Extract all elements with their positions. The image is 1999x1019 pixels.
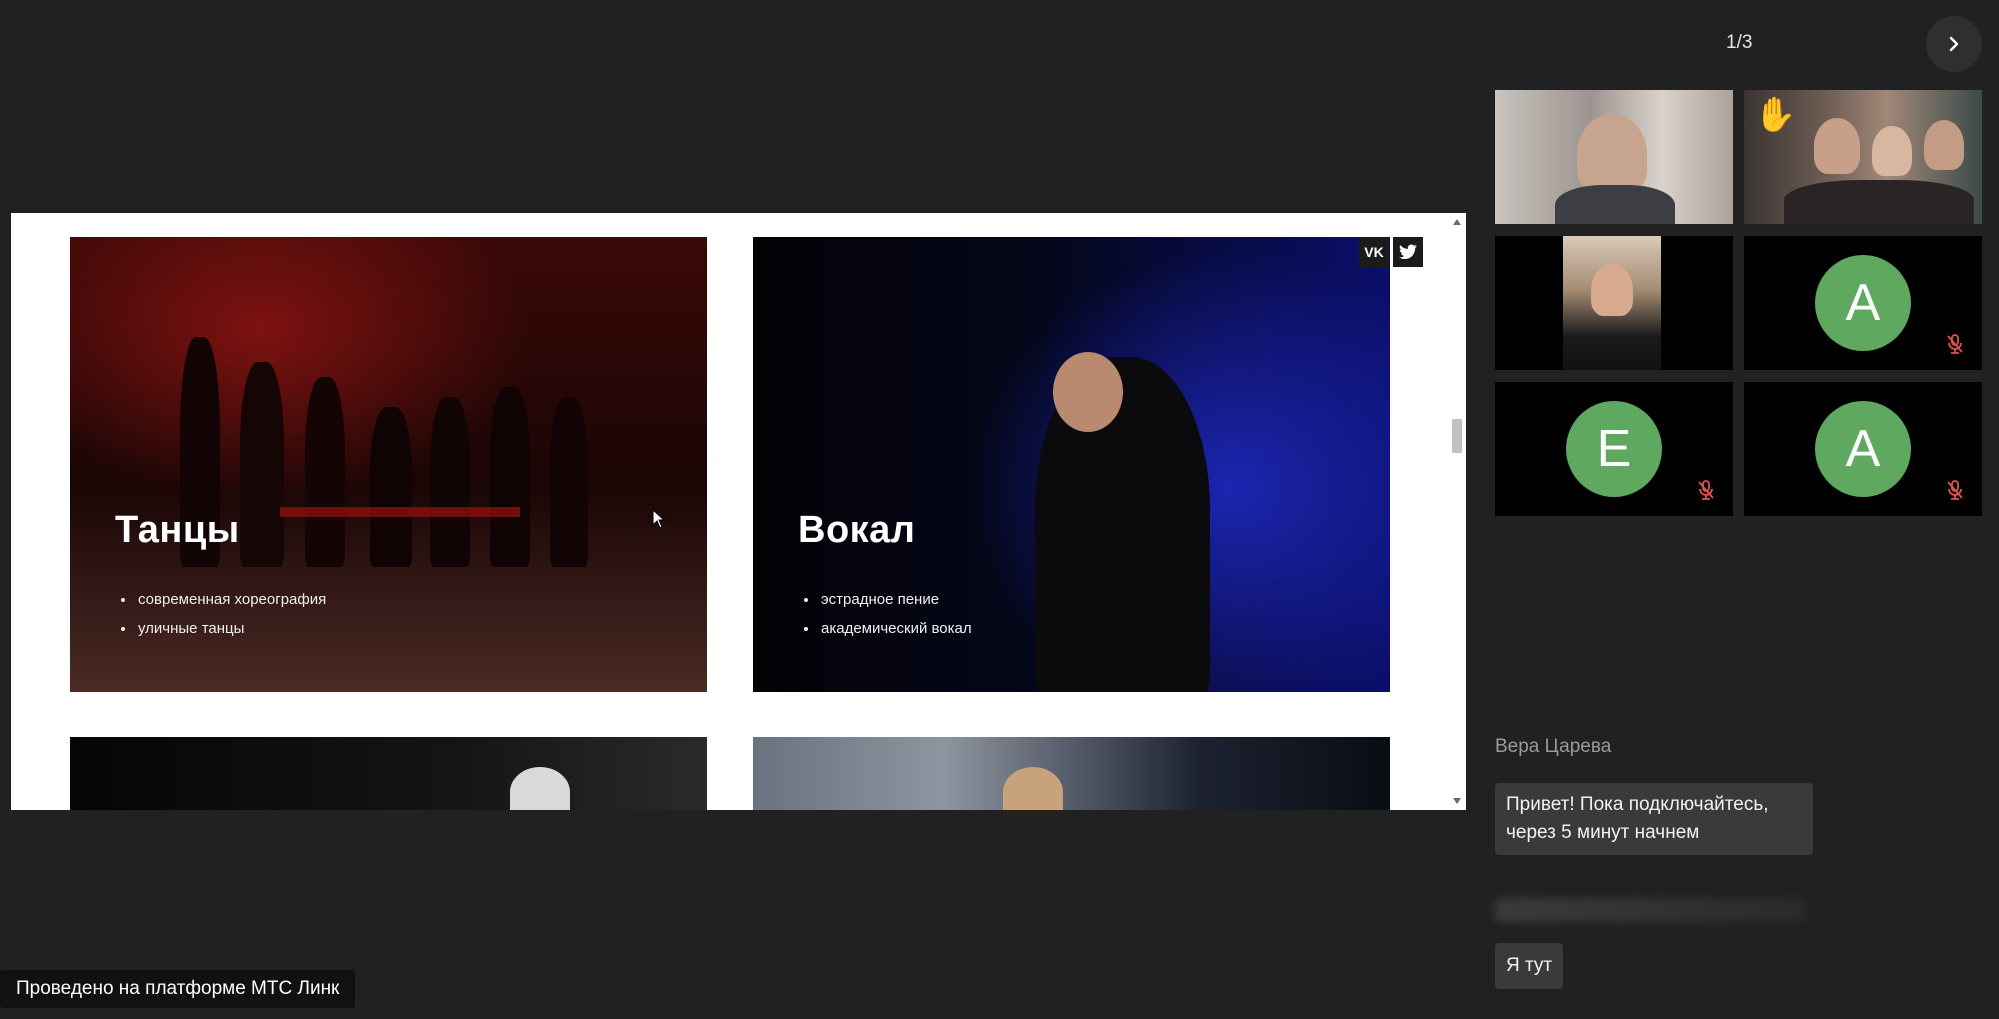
list-item: эстрадное пение bbox=[819, 585, 972, 614]
dancer-figure bbox=[240, 362, 284, 567]
vocal-card-title: Вокал bbox=[798, 509, 916, 551]
chat-message: Я тут bbox=[1495, 943, 1564, 989]
participant-avatar: А bbox=[1815, 255, 1911, 351]
participant-face bbox=[1577, 114, 1647, 194]
chevron-right-icon bbox=[1949, 36, 1959, 52]
chat-message: Привет! Пока подключайтесь, через 5 мину… bbox=[1495, 783, 1813, 855]
vk-icon[interactable]: VK bbox=[1359, 237, 1389, 267]
dancer-figure bbox=[490, 387, 530, 567]
vocal-card: Вокал эстрадное пение академический вока… bbox=[753, 237, 1390, 692]
scroll-up-icon[interactable] bbox=[1453, 219, 1461, 225]
dance-card: Танцы современная хореография уличные та… bbox=[70, 237, 707, 692]
bottom-right-card bbox=[753, 737, 1390, 810]
participant-face bbox=[1591, 264, 1633, 316]
participant-body bbox=[1784, 180, 1974, 224]
vocal-card-list: эстрадное пение академический вокал bbox=[801, 585, 972, 643]
participant-tile[interactable]: Е bbox=[1495, 382, 1733, 516]
mouse-cursor-icon bbox=[652, 509, 666, 529]
singer-head bbox=[1053, 352, 1123, 432]
dance-card-title: Танцы bbox=[115, 509, 240, 551]
share-scrollbar[interactable] bbox=[1448, 213, 1466, 810]
card-photo-detail bbox=[1003, 767, 1063, 810]
participant-avatar: А bbox=[1815, 401, 1911, 497]
mic-off-icon bbox=[1947, 480, 1963, 500]
list-item: современная хореография bbox=[136, 585, 326, 614]
participant-tile[interactable] bbox=[1495, 236, 1733, 370]
scroll-down-icon[interactable] bbox=[1453, 798, 1461, 804]
scroll-thumb[interactable] bbox=[1452, 419, 1462, 453]
shared-screen: Танцы современная хореография уличные та… bbox=[11, 213, 1466, 810]
participant-face bbox=[1924, 120, 1964, 170]
participant-video bbox=[1563, 236, 1661, 370]
dance-card-list: современная хореография уличные танцы bbox=[118, 585, 326, 643]
raised-hand-icon: ✋ bbox=[1754, 95, 1797, 135]
participant-body bbox=[1555, 185, 1675, 224]
blurred-sender-names bbox=[1495, 898, 1805, 922]
mic-off-icon bbox=[1947, 334, 1963, 354]
twitter-icon[interactable] bbox=[1393, 237, 1423, 267]
participant-face bbox=[1872, 126, 1912, 176]
participant-tile[interactable]: ✋ bbox=[1744, 90, 1982, 224]
participants-pager: 1/3 bbox=[1726, 32, 1753, 53]
twitter-bird-icon bbox=[1399, 244, 1417, 260]
next-page-button[interactable] bbox=[1926, 16, 1982, 72]
participant-face bbox=[1814, 118, 1860, 174]
dancer-figure bbox=[430, 397, 470, 567]
red-sash-line bbox=[280, 507, 520, 517]
dancer-figure bbox=[370, 407, 412, 567]
bottom-left-card bbox=[70, 737, 707, 810]
list-item: уличные танцы bbox=[136, 614, 326, 643]
platform-label: Проведено на платформе МТС Линк bbox=[0, 970, 356, 1008]
dancer-figure bbox=[305, 377, 345, 567]
participant-tile[interactable]: А bbox=[1744, 382, 1982, 516]
chat-sender-name: Вера Царева bbox=[1495, 736, 1612, 757]
participant-avatar: Е bbox=[1566, 401, 1662, 497]
list-item: академический вокал bbox=[819, 614, 972, 643]
dancer-figure bbox=[550, 397, 588, 567]
mic-off-icon bbox=[1698, 480, 1714, 500]
card-photo-detail bbox=[510, 767, 570, 810]
participant-tile[interactable]: А bbox=[1744, 236, 1982, 370]
participant-tile[interactable] bbox=[1495, 90, 1733, 224]
